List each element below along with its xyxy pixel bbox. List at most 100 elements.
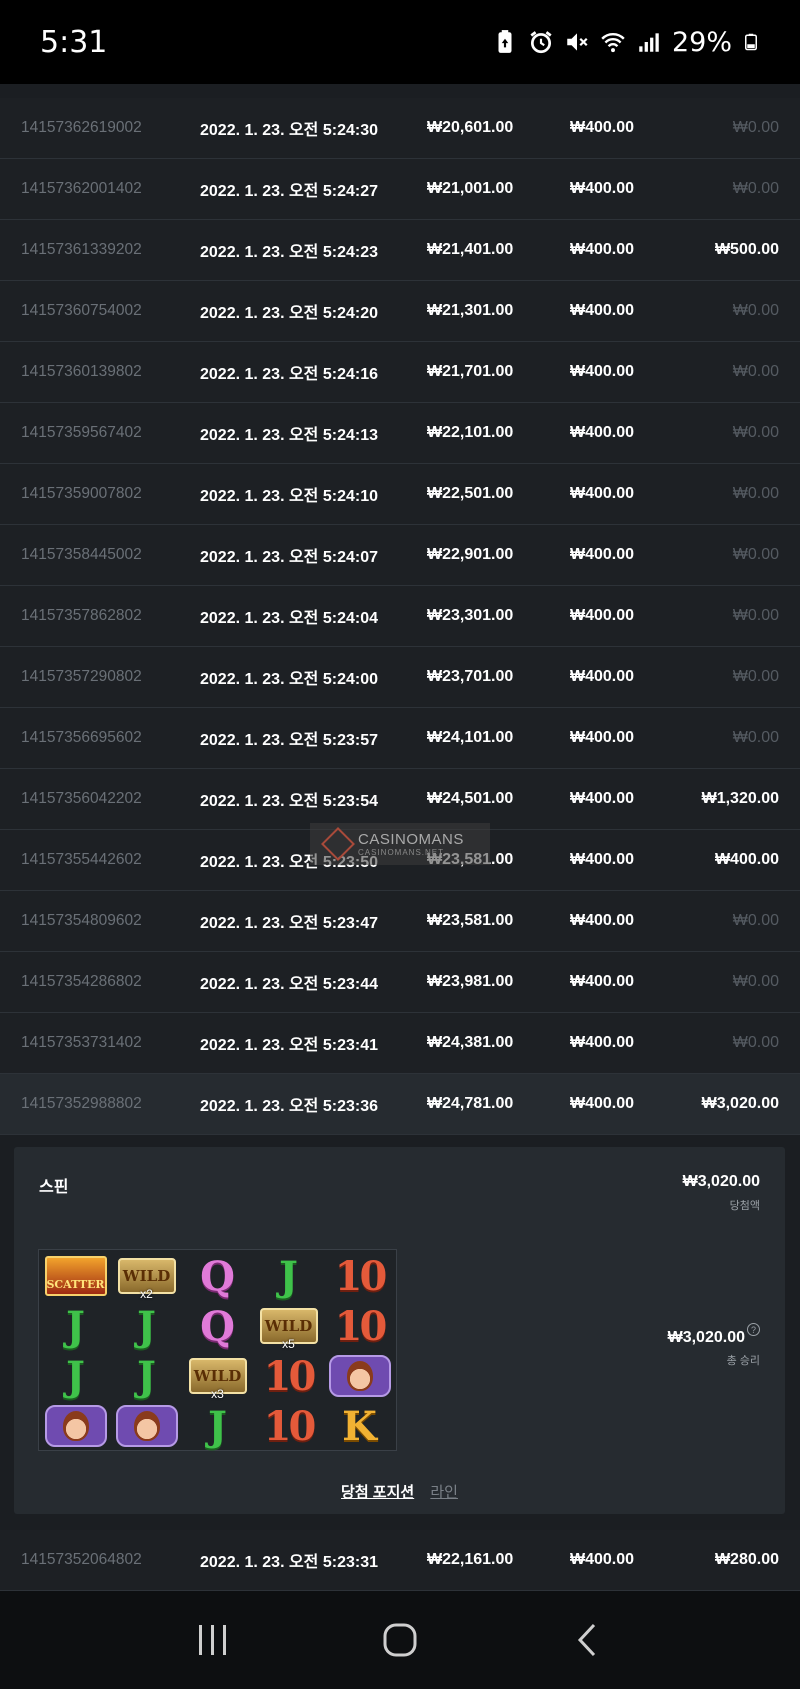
bet-id: 14157359567402 [21, 424, 142, 441]
home-button[interactable] [378, 1618, 422, 1662]
total-win-label: 총 승리 [726, 1355, 760, 1367]
win-amount: ₩1,320.00 [701, 790, 779, 807]
bet-amount: ₩400.00 [570, 363, 635, 380]
reel-symbol-lady [111, 1401, 182, 1451]
reel-symbol-10: 10 [253, 1351, 324, 1401]
mute-icon [567, 33, 588, 51]
table-row[interactable]: 14157353731402 2022. 1. 23. 오전 5:23:41 ₩24… [0, 1013, 800, 1074]
wild-multiplier: x3 [211, 1387, 224, 1401]
bet-amount: ₩400.00 [570, 180, 635, 197]
bet-date: 2022. 1. 23. 오전 5:24:13 [200, 427, 378, 444]
reel-symbol-wild: WILD x2 [111, 1251, 182, 1301]
bet-date: 2022. 1. 23. 오전 5:24:16 [200, 366, 378, 383]
balance: ₩20,601.00 [427, 119, 514, 136]
bet-date: 2022. 1. 23. 오전 5:24:30 [200, 122, 378, 139]
bet-amount: ₩400.00 [570, 119, 635, 136]
bet-id: 14157353731402 [21, 1034, 142, 1051]
bet-date: 2022. 1. 23. 오전 5:24:10 [200, 488, 378, 505]
card-symbol-j: J [66, 1302, 85, 1350]
bet-date: 2022. 1. 23. 오전 5:23:47 [200, 915, 378, 932]
reel-symbol-j: J [40, 1351, 111, 1401]
battery-percent: 29% [671, 26, 732, 58]
bet-date: 2022. 1. 23. 오전 5:24:27 [200, 183, 378, 200]
help-icon[interactable]: ? [747, 1323, 760, 1336]
table-row[interactable]: 14157356695602 2022. 1. 23. 오전 5:23:57 ₩24… [0, 708, 800, 769]
table-row[interactable]: 14157362619002 2022. 1. 23. 오전 5:24:30 ₩20… [0, 98, 800, 159]
table-row[interactable]: 14157356042202 2022. 1. 23. 오전 5:23:54 ₩24… [0, 769, 800, 830]
win-amount: ₩0.00 [732, 668, 779, 685]
table-row[interactable]: 14157358445002 2022. 1. 23. 오전 5:24:07 ₩22… [0, 525, 800, 586]
balance: ₩23,701.00 [427, 668, 514, 685]
win-amount: ₩0.00 [732, 1034, 779, 1051]
balance: ₩22,101.00 [427, 424, 514, 441]
tab-win-positions[interactable]: 당첨 포지션 [341, 1484, 414, 1501]
win-amount: ₩0.00 [732, 485, 779, 502]
recent-apps-button[interactable] [191, 1618, 235, 1662]
bet-amount: ₩400.00 [570, 973, 635, 990]
lady-symbol-icon [115, 1405, 178, 1447]
bet-date: 2022. 1. 23. 오전 5:24:20 [200, 305, 378, 322]
reel-symbol-10: 10 [324, 1251, 395, 1301]
bet-amount: ₩400.00 [570, 424, 635, 441]
spin-title: 스핀 [39, 1179, 69, 1196]
balance: ₩21,001.00 [427, 180, 514, 197]
win-amount: ₩400.00 [714, 851, 779, 868]
bet-id: 14157355442602 [21, 851, 142, 868]
table-row[interactable]: 14157352988802 2022. 1. 23. 오전 5:23:36 ₩24… [0, 1074, 800, 1135]
win-amount: ₩0.00 [732, 302, 779, 319]
back-button[interactable] [565, 1618, 609, 1662]
balance: ₩24,381.00 [427, 1034, 514, 1051]
table-row[interactable]: 14157354286802 2022. 1. 23. 오전 5:23:44 ₩23… [0, 952, 800, 1013]
table-row[interactable]: 14157354809602 2022. 1. 23. 오전 5:23:47 ₩23… [0, 891, 800, 952]
bet-date: 2022. 1. 23. 오전 5:24:23 [200, 244, 378, 261]
table-row[interactable]: 14157362001402 2022. 1. 23. 오전 5:24:27 ₩21… [0, 159, 800, 220]
table-row[interactable]: 14157361339202 2022. 1. 23. 오전 5:24:23 ₩21… [0, 220, 800, 281]
status-bar: 5:31 29% [0, 0, 800, 84]
bet-id: 14157354286802 [21, 973, 142, 990]
balance: ₩23,981.00 [427, 973, 514, 990]
watermark-url: CASINOMANS.NET [358, 848, 445, 857]
table-row[interactable]: 14157360754002 2022. 1. 23. 오전 5:24:20 ₩21… [0, 281, 800, 342]
bet-date: 2022. 1. 23. 오전 5:23:41 [200, 1037, 378, 1054]
table-row[interactable]: 14157352064802 2022. 1. 23. 오전 5:23:31 ₩22… [0, 1530, 800, 1591]
watermark: CASINOMANS CASINOMANS.NET [310, 823, 490, 865]
wild-multiplier: x5 [282, 1337, 295, 1351]
bet-id: 14157362001402 [21, 180, 142, 197]
reel-symbol-j: J [111, 1301, 182, 1351]
reel-symbol-lady [40, 1401, 111, 1451]
watermark-brand: CASINOMANS [358, 831, 464, 848]
reel-symbol-wild: WILD x3 [182, 1351, 253, 1401]
bet-id: 14157361339202 [21, 241, 142, 258]
win-amount-label: 당첨액 [729, 1200, 760, 1212]
card-symbol-j: J [66, 1352, 85, 1400]
balance: ₩24,501.00 [427, 790, 514, 807]
bet-amount: ₩400.00 [570, 1034, 635, 1051]
bet-amount: ₩400.00 [570, 607, 635, 624]
bet-amount: ₩400.00 [570, 729, 635, 746]
table-row[interactable]: 14157357290802 2022. 1. 23. 오전 5:24:00 ₩23… [0, 647, 800, 708]
reel-symbol-wild: WILD x5 [253, 1301, 324, 1351]
table-row[interactable]: 14157360139802 2022. 1. 23. 오전 5:24:16 ₩21… [0, 342, 800, 403]
reel-symbol-scatter: SCATTER [40, 1251, 111, 1301]
balance: ₩21,301.00 [427, 302, 514, 319]
bet-id: 14157357862802 [21, 607, 142, 624]
bet-id: 14157360754002 [21, 302, 142, 319]
table-row[interactable]: 14157359007802 2022. 1. 23. 오전 5:24:10 ₩22… [0, 464, 800, 525]
card-symbol-q: Q [200, 1252, 235, 1300]
balance: ₩22,161.00 [427, 1551, 514, 1568]
bet-date: 2022. 1. 23. 오전 5:23:54 [200, 793, 378, 810]
table-row[interactable]: 14157359567402 2022. 1. 23. 오전 5:24:13 ₩22… [0, 403, 800, 464]
table-row[interactable]: 14157357862802 2022. 1. 23. 오전 5:24:04 ₩23… [0, 586, 800, 647]
tab-lines[interactable]: 라인 [430, 1484, 458, 1501]
bet-id: 14157358445002 [21, 546, 142, 563]
bet-amount: ₩400.00 [570, 485, 635, 502]
signal-icon [639, 33, 659, 52]
bet-amount: ₩400.00 [570, 1551, 635, 1568]
win-amount: ₩3,020.00 [682, 1173, 760, 1190]
lady-symbol-icon [328, 1355, 391, 1397]
bet-amount: ₩400.00 [570, 546, 635, 563]
win-amount: ₩3,020.00 [701, 1095, 779, 1112]
wild-multiplier: x2 [140, 1287, 153, 1301]
reel-symbol-q: Q [182, 1251, 253, 1301]
bet-amount: ₩400.00 [570, 1095, 635, 1112]
